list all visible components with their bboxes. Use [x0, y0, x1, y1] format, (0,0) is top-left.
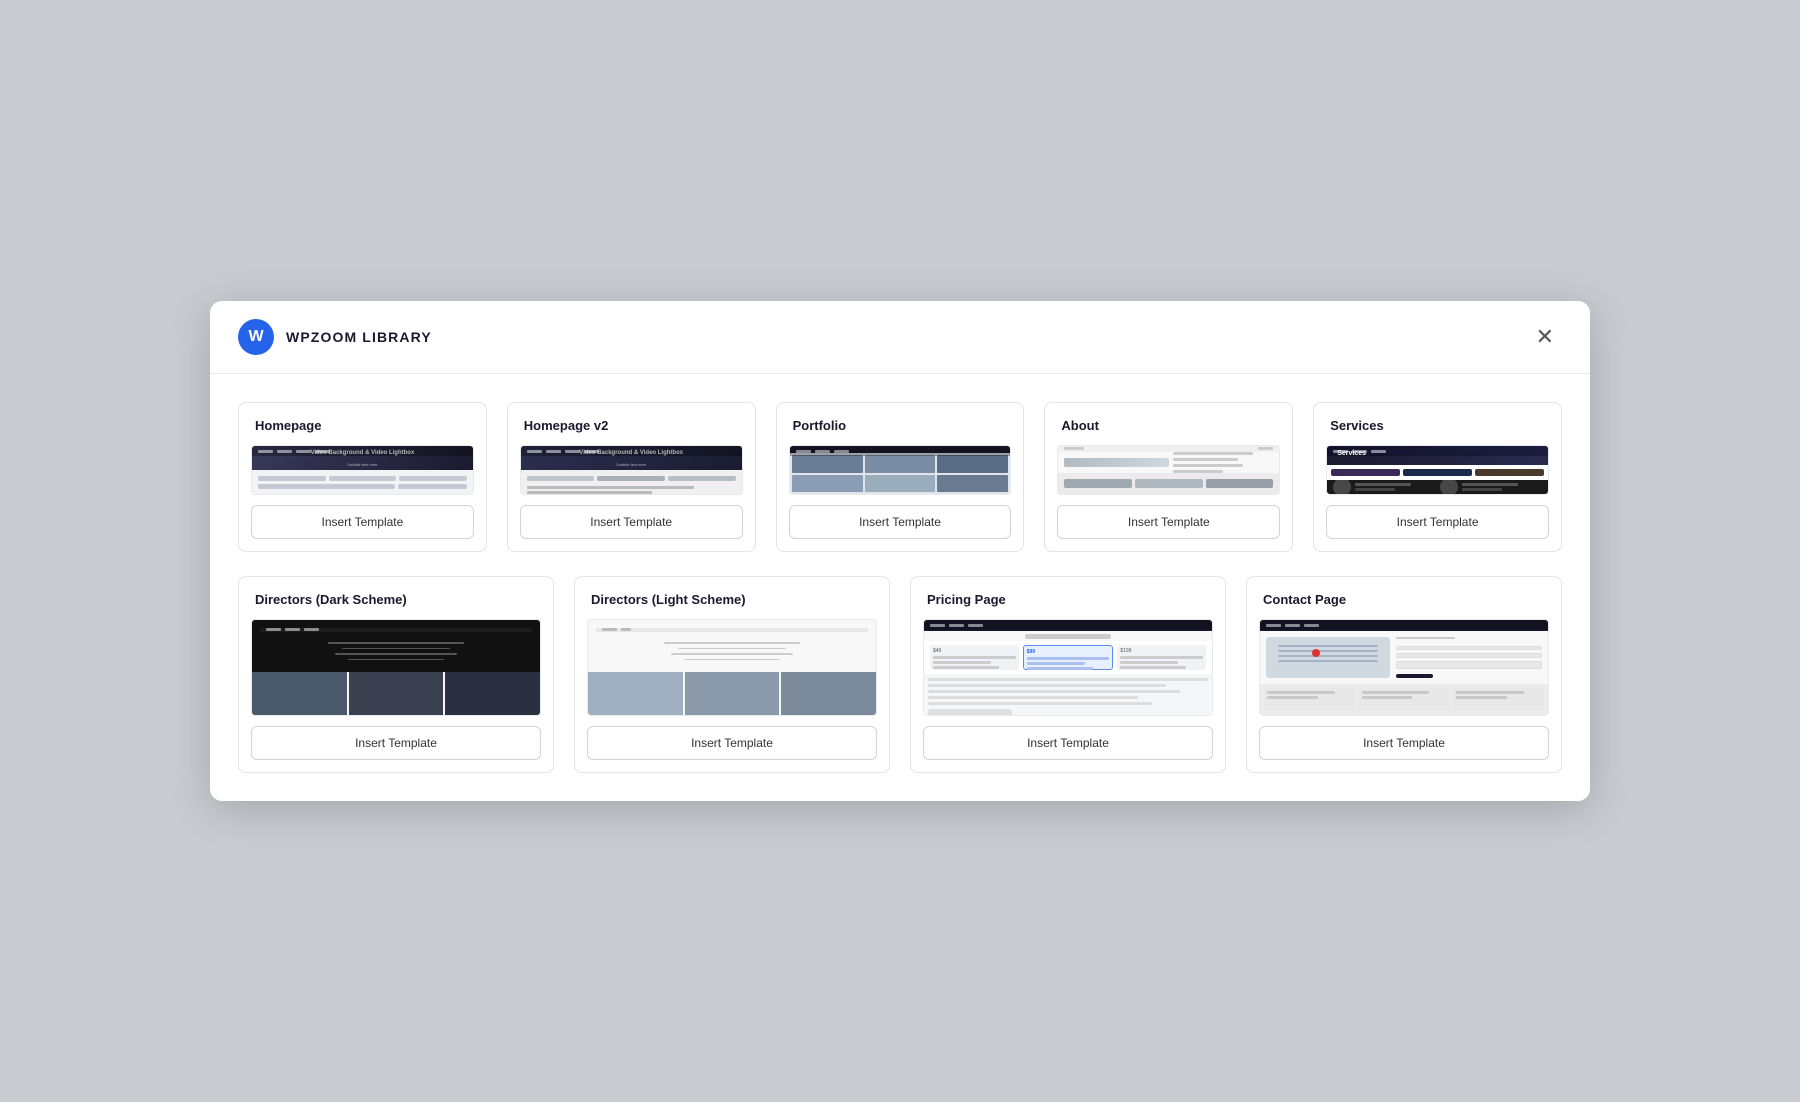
template-title-homepage-v2: Homepage v2	[524, 418, 609, 433]
template-preview-directors-dark	[251, 619, 541, 716]
modal-backdrop: W WPZOOM LIBRARY ✕ Homepage	[0, 0, 1800, 1102]
template-title-contact: Contact Page	[1263, 592, 1346, 607]
insert-template-services[interactable]: Insert Template	[1326, 505, 1549, 539]
template-card-header: Homepage	[239, 403, 486, 445]
template-title-homepage: Homepage	[255, 418, 321, 433]
template-card-header: Portfolio	[777, 403, 1024, 445]
template-card-about: About	[1044, 402, 1293, 552]
insert-template-contact[interactable]: Insert Template	[1259, 726, 1549, 760]
template-title-directors-dark: Directors (Dark Scheme)	[255, 592, 407, 607]
modal-body: Homepage Video Background & Video Lightb…	[210, 374, 1590, 801]
insert-template-homepage[interactable]: Insert Template	[251, 505, 474, 539]
modal-header-left: W WPZOOM LIBRARY	[238, 319, 432, 355]
template-grid-row2: Directors (Dark Scheme)	[238, 576, 1562, 773]
template-title-services: Services	[1330, 418, 1384, 433]
template-title-directors-light: Directors (Light Scheme)	[591, 592, 746, 607]
template-preview-homepage: Video Background & Video Lightbox Subtit…	[251, 445, 474, 495]
wpzoom-logo: W	[238, 319, 274, 355]
template-card-header: Directors (Light Scheme)	[575, 577, 889, 619]
template-preview-services: Services	[1326, 445, 1549, 495]
template-card-header: Homepage v2	[508, 403, 755, 445]
insert-template-portfolio[interactable]: Insert Template	[789, 505, 1012, 539]
template-card-homepage: Homepage Video Background & Video Lightb…	[238, 402, 487, 552]
template-preview-about	[1057, 445, 1280, 495]
insert-template-directors-dark[interactable]: Insert Template	[251, 726, 541, 760]
template-card-contact: Contact Page	[1246, 576, 1562, 773]
template-card-directors-dark: Directors (Dark Scheme)	[238, 576, 554, 773]
template-card-services: Services Services	[1313, 402, 1562, 552]
template-card-header: About	[1045, 403, 1292, 445]
template-card-pricing: Pricing Page $49	[910, 576, 1226, 773]
template-title-pricing: Pricing Page	[927, 592, 1006, 607]
template-preview-portfolio	[789, 445, 1012, 495]
template-card-header: Pricing Page	[911, 577, 1225, 619]
insert-template-homepage-v2[interactable]: Insert Template	[520, 505, 743, 539]
template-preview-homepage-v2: Video Background & Video Lightbox Subtit…	[520, 445, 743, 495]
template-card-directors-light: Directors (Light Scheme)	[574, 576, 890, 773]
close-button[interactable]: ✕	[1528, 322, 1562, 352]
insert-template-pricing[interactable]: Insert Template	[923, 726, 1213, 760]
wpzoom-library-modal: W WPZOOM LIBRARY ✕ Homepage	[210, 301, 1590, 801]
template-card-homepage-v2: Homepage v2 Video Background & Video Lig…	[507, 402, 756, 552]
insert-template-directors-light[interactable]: Insert Template	[587, 726, 877, 760]
template-title-portfolio: Portfolio	[793, 418, 846, 433]
template-preview-pricing: $49 $99	[923, 619, 1213, 716]
template-grid-row1: Homepage Video Background & Video Lightb…	[238, 402, 1562, 552]
insert-template-about[interactable]: Insert Template	[1057, 505, 1280, 539]
modal-header: W WPZOOM LIBRARY ✕	[210, 301, 1590, 374]
template-card-header: Directors (Dark Scheme)	[239, 577, 553, 619]
template-card-header: Services	[1314, 403, 1561, 445]
template-card-header: Contact Page	[1247, 577, 1561, 619]
modal-title: WPZOOM LIBRARY	[286, 329, 432, 345]
template-preview-directors-light	[587, 619, 877, 716]
template-card-portfolio: Portfolio	[776, 402, 1025, 552]
template-preview-contact	[1259, 619, 1549, 716]
template-title-about: About	[1061, 418, 1099, 433]
